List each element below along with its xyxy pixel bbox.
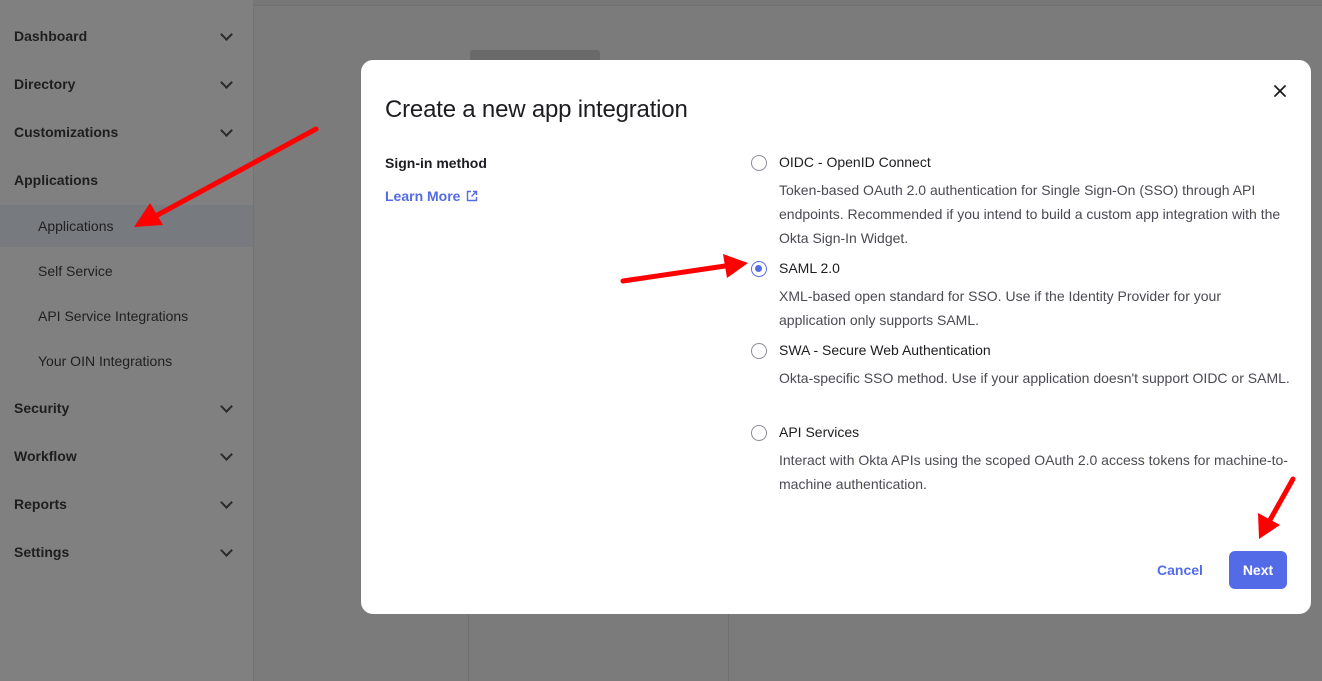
close-icon	[1274, 85, 1286, 97]
learn-more-link[interactable]: Learn More	[385, 188, 478, 204]
sidebar-section-directory[interactable]: Directory	[14, 72, 233, 96]
option-description: XML-based open standard for SSO. Use if …	[779, 288, 1221, 328]
chevron-down-icon	[219, 29, 233, 43]
next-button[interactable]: Next	[1229, 551, 1287, 589]
cancel-button[interactable]: Cancel	[1143, 551, 1217, 589]
external-link-icon	[466, 190, 478, 202]
chevron-down-icon	[219, 77, 233, 91]
option-title: SWA - Secure Web Authentication	[779, 342, 991, 358]
sidebar-section-applications[interactable]: Applications	[14, 168, 233, 192]
chevron-down-icon	[219, 125, 233, 139]
close-button[interactable]	[1269, 80, 1291, 102]
radio-api-services[interactable]	[751, 425, 767, 441]
radio-oidc[interactable]	[751, 155, 767, 171]
option-title: SAML 2.0	[779, 260, 840, 276]
learn-more-label: Learn More	[385, 188, 461, 204]
dialog-title: Create a new app integration	[385, 96, 688, 123]
background-divider	[728, 614, 729, 681]
sidebar-section-reports[interactable]: Reports	[14, 492, 233, 516]
option-title: OIDC - OpenID Connect	[779, 154, 931, 170]
chevron-down-icon	[219, 401, 233, 415]
sidebar-section-customizations[interactable]: Customizations	[14, 120, 233, 144]
sidebar-section-dashboard[interactable]: Dashboard	[14, 24, 233, 48]
sidebar-section-settings[interactable]: Settings	[14, 540, 233, 564]
sidebar-section-label: Settings	[14, 544, 70, 560]
page: Dashboard Directory Customizations Appli…	[0, 0, 1322, 681]
option-description: Okta-specific SSO method. Use if your ap…	[779, 370, 1290, 386]
top-bar	[254, 0, 1322, 6]
sidebar-section-security[interactable]: Security	[14, 396, 233, 420]
chevron-down-icon	[219, 545, 233, 559]
option-description: Token-based OAuth 2.0 authentication for…	[779, 182, 1281, 246]
sidebar-item-your-oin-integrations[interactable]: Your OIN Integrations	[38, 350, 172, 372]
sidebar-section-label: Workflow	[14, 448, 77, 464]
sidebar-item-applications[interactable]: Applications	[38, 215, 114, 237]
sidebar-section-label: Reports	[14, 496, 67, 512]
sidebar-section-workflow[interactable]: Workflow	[14, 444, 233, 468]
sidebar-section-label: Applications	[14, 172, 99, 188]
sidebar-item-api-service-integrations[interactable]: API Service Integrations	[38, 305, 188, 327]
option-title: API Services	[779, 424, 860, 440]
sidebar-section-label: Customizations	[14, 124, 119, 140]
background-divider	[468, 614, 469, 681]
chevron-down-icon	[219, 497, 233, 511]
chevron-down-icon	[219, 449, 233, 463]
sidebar-item-self-service[interactable]: Self Service	[38, 260, 113, 282]
sidebar-section-label: Directory	[14, 76, 76, 92]
sidebar-section-label: Dashboard	[14, 28, 88, 44]
option-description: Interact with Okta APIs using the scoped…	[779, 452, 1288, 492]
radio-swa[interactable]	[751, 343, 767, 359]
create-app-integration-dialog: Create a new app integration Sign-in met…	[361, 60, 1311, 614]
sidebar: Dashboard Directory Customizations Appli…	[0, 0, 254, 681]
sidebar-section-label: Security	[14, 400, 70, 416]
radio-saml[interactable]	[751, 261, 767, 277]
sign-in-method-label: Sign-in method	[385, 155, 487, 171]
